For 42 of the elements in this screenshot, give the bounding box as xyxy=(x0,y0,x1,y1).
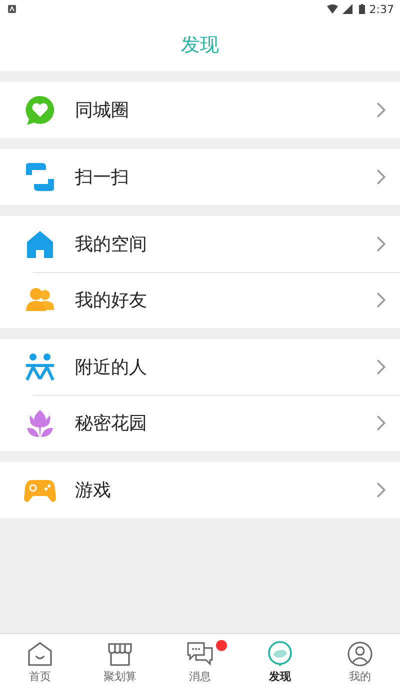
chevron-right-icon xyxy=(376,359,386,375)
menu-label: 附近的人 xyxy=(75,356,148,379)
flower-icon xyxy=(24,407,56,439)
nav-tab[interactable]: 我的 xyxy=(320,634,400,690)
page-title: 发现 xyxy=(181,32,219,58)
heart-bubble-icon xyxy=(24,94,56,126)
menu-label: 游戏 xyxy=(75,479,112,502)
status-time: 2:37 xyxy=(369,2,394,16)
signal-icon xyxy=(342,4,354,14)
menu-item[interactable]: 扫一扫 xyxy=(0,149,400,205)
chevron-right-icon xyxy=(376,482,386,498)
storefront-icon xyxy=(107,640,133,666)
discover-icon xyxy=(267,640,293,666)
menu-label: 秘密花园 xyxy=(75,412,148,435)
nav-tab[interactable]: 聚划算 xyxy=(80,634,160,690)
scan-icon xyxy=(24,161,56,193)
menu-item[interactable]: 秘密花园 xyxy=(0,395,400,451)
wifi-icon xyxy=(327,4,338,14)
chevron-right-icon xyxy=(376,236,386,252)
chevron-right-icon xyxy=(376,292,386,308)
menu-item[interactable]: 同城圈 xyxy=(0,82,400,138)
house-icon xyxy=(27,640,53,666)
menu-item[interactable]: 我的好友 xyxy=(0,272,400,328)
menu-item[interactable]: 游戏 xyxy=(0,462,400,518)
nav-tab[interactable]: 消息 xyxy=(160,634,240,690)
battery-icon xyxy=(359,4,366,14)
chevron-right-icon xyxy=(376,169,386,185)
chevron-right-icon xyxy=(376,415,386,431)
menu-label: 我的好友 xyxy=(75,289,148,312)
menu-item[interactable]: 我的空间 xyxy=(0,216,400,272)
nav-tab[interactable]: 首页 xyxy=(0,634,80,690)
nav-tab[interactable]: 发现 xyxy=(240,634,320,690)
menu-label: 同城圈 xyxy=(75,99,130,122)
chevron-right-icon xyxy=(376,102,386,118)
menu-label: 扫一扫 xyxy=(75,166,130,189)
person-icon xyxy=(347,640,373,666)
notification-icon xyxy=(8,5,16,13)
menu-label: 我的空间 xyxy=(75,233,148,256)
menu-item[interactable]: 附近的人 xyxy=(0,339,400,395)
house-icon xyxy=(24,228,56,260)
chat-bubbles-icon xyxy=(187,640,213,666)
people-icon xyxy=(24,351,56,383)
